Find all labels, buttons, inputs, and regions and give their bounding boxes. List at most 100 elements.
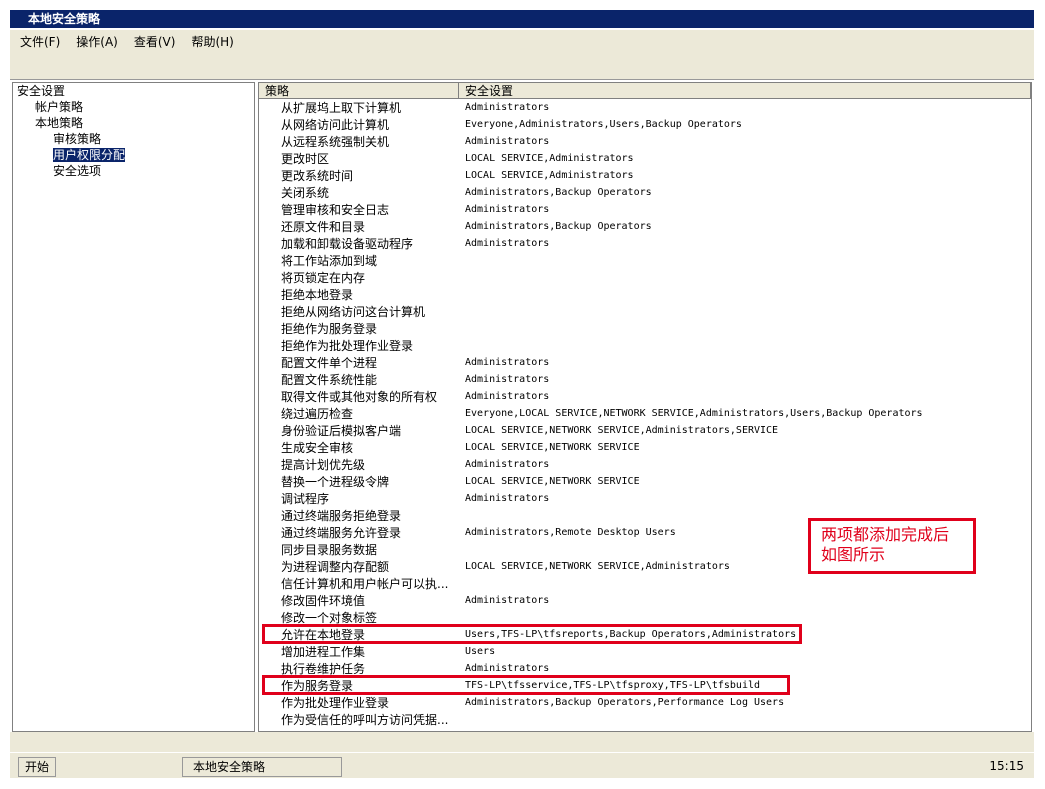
policy-setting: Administrators,Backup Operators [465,221,652,232]
tree-item-label: 帐户策略 [35,100,84,114]
menu-item[interactable]: 操作(A) [76,33,118,50]
policy-setting: Administrators [465,102,550,113]
policy-setting: Users,TFS-LP\tfsreports,Backup Operators… [465,629,797,640]
policy-name: 增加进程工作集 [281,645,366,659]
policy-setting: Everyone,LOCAL SERVICE,NETWORK SERVICE,A… [465,408,923,419]
policy-name: 将工作站添加到域 [281,254,378,268]
table-row[interactable]: 身份验证后模拟客户端 LOCAL SERVICE,NETWORK SERVICE,… [259,422,1031,439]
menu-item[interactable]: 查看(V) [134,33,176,50]
taskbar-button[interactable]: 本地安全策略 [182,757,342,777]
table-row[interactable]: 生成安全审核 LOCAL SERVICE,NETWORK SERVICE [259,439,1031,456]
policy-name: 从扩展坞上取下计算机 [281,101,402,115]
table-row[interactable]: 修改一个对象标签 [259,609,1031,626]
table-row[interactable]: 配置文件单个进程 Administrators [259,354,1031,371]
header-policy[interactable]: 策略 [259,83,459,98]
table-row[interactable]: 拒绝本地登录 [259,286,1031,303]
table-row[interactable]: 允许在本地登录 Users,TFS-LP\tfsreports,Backup Op… [259,626,1031,643]
status-bar [10,732,1034,752]
tree-item[interactable]: 本地策略 [13,115,254,131]
policy-setting: Administrators [465,238,550,249]
policy-name: 提高计划优先级 [281,458,366,472]
table-row[interactable]: 提高计划优先级 Administrators [259,456,1031,473]
policy-name: 加载和卸载设备驱动程序 [281,237,414,251]
policy-name: 拒绝作为服务登录 [281,322,378,336]
policy-setting: LOCAL SERVICE,NETWORK SERVICE [465,442,640,453]
tree-item-label: 安全设置 [17,84,66,98]
policy-setting: Administrators,Remote Desktop Users [465,527,676,538]
table-row[interactable]: 取得文件或其他对象的所有权 Administrators [259,388,1031,405]
policy-name: 拒绝本地登录 [281,288,354,302]
policy-name: 还原文件和目录 [281,220,366,234]
table-row[interactable]: 关闭系统 Administrators,Backup Operators [259,184,1031,201]
policy-name: 管理审核和安全日志 [281,203,390,217]
table-row[interactable]: 拒绝作为批处理作业登录 [259,337,1031,354]
policy-name: 作为受信任的呼叫方访问凭据... [281,713,449,727]
policy-name: 作为批处理作业登录 [281,696,390,710]
toolbar [10,52,1034,80]
table-row[interactable]: 更改时区 LOCAL SERVICE,Administrators [259,150,1031,167]
policy-name: 同步目录服务数据 [281,543,378,557]
table-row[interactable]: 调试程序 Administrators [259,490,1031,507]
start-button[interactable]: 开始 [18,757,57,777]
clock: 15:15 [989,759,1024,773]
table-row[interactable]: 更改系统时间 LOCAL SERVICE,Administrators [259,167,1031,184]
table-row[interactable]: 配置文件系统性能 Administrators [259,371,1031,388]
table-row[interactable]: 将页锁定在内存 [259,269,1031,286]
tree-item[interactable]: 帐户策略 [13,99,254,115]
table-row[interactable]: 从远程系统强制关机 Administrators [259,133,1031,150]
tree-item[interactable]: 安全设置 [13,83,254,99]
menu-item[interactable]: 文件(F) [20,33,60,50]
policy-setting: Administrators [465,493,550,504]
table-row[interactable]: 加载和卸载设备驱动程序 Administrators [259,235,1031,252]
policy-name: 为进程调整内存配额 [281,560,390,574]
table-row[interactable]: 绕过遍历检查 Everyone,LOCAL SERVICE,NETWORK SER… [259,405,1031,422]
policy-setting: Administrators [465,391,550,402]
table-row[interactable]: 从网络访问此计算机 Everyone,Administrators,Users,B… [259,116,1031,133]
table-row[interactable]: 作为服务登录 TFS-LP\tfsservice,TFS-LP\tfsproxy,… [259,677,1031,694]
table-row[interactable]: 将工作站添加到域 [259,252,1031,269]
table-row[interactable]: 拒绝从网络访问这台计算机 [259,303,1031,320]
table-row[interactable]: 管理审核和安全日志 Administrators [259,201,1031,218]
table-row[interactable]: 拒绝作为服务登录 [259,320,1031,337]
policy-name: 拒绝作为批处理作业登录 [281,339,414,353]
tree-item[interactable]: 审核策略 [13,131,254,147]
tree-pane: 安全设置帐户策略 本地策略 审核策略 用户权限分配 安全选项 [12,82,255,732]
policy-name: 信任计算机和用户帐户可以执... [281,577,449,591]
table-row[interactable]: 作为受信任的呼叫方访问凭据... [259,711,1031,728]
policy-setting: LOCAL SERVICE,NETWORK SERVICE,Administra… [465,561,730,572]
header-setting[interactable]: 安全设置 [459,83,1031,98]
policy-name: 更改系统时间 [281,169,354,183]
table-row[interactable]: 执行卷维护任务 Administrators [259,660,1031,677]
window-title: 本地安全策略 [10,10,1034,28]
table-row[interactable]: 信任计算机和用户帐户可以执... [259,575,1031,592]
policy-name: 将页锁定在内存 [281,271,366,285]
policy-name: 拒绝从网络访问这台计算机 [281,305,426,319]
policy-name: 修改固件环境值 [281,594,366,608]
table-row[interactable]: 作为批处理作业登录 Administrators,Backup Operators… [259,694,1031,711]
policy-name: 从远程系统强制关机 [281,135,390,149]
policy-name: 修改一个对象标签 [281,611,378,625]
policy-setting: Administrators [465,136,550,147]
policy-setting: LOCAL SERVICE,Administrators [465,153,634,164]
policy-name: 通过终端服务拒绝登录 [281,509,402,523]
table-row[interactable]: 修改固件环境值 Administrators [259,592,1031,609]
policy-name: 作为服务登录 [281,679,354,693]
policy-name: 从网络访问此计算机 [281,118,390,132]
policy-name: 允许在本地登录 [281,628,366,642]
table-row[interactable]: 还原文件和目录 Administrators,Backup Operators [259,218,1031,235]
policy-setting: Administrators [465,357,550,368]
policy-name: 取得文件或其他对象的所有权 [281,390,438,404]
policy-setting: Administrators [465,459,550,470]
taskbar: 开始 本地安全策略 15:15 [10,752,1034,778]
menu-item[interactable]: 帮助(H) [191,33,233,50]
policy-name: 生成安全审核 [281,441,354,455]
tree-item[interactable]: 安全选项 [13,163,254,179]
policy-name: 绕过遍历检查 [281,407,354,421]
table-row[interactable]: 从扩展坞上取下计算机 Administrators [259,99,1031,116]
table-row[interactable]: 替换一个进程级令牌 LOCAL SERVICE,NETWORK SERVICE [259,473,1031,490]
tree-item[interactable]: 用户权限分配 [13,147,254,163]
policy-name: 更改时区 [281,152,330,166]
policy-name: 调试程序 [281,492,330,506]
table-row[interactable]: 增加进程工作集 Users [259,643,1031,660]
policy-setting: Administrators,Backup Operators [465,187,652,198]
